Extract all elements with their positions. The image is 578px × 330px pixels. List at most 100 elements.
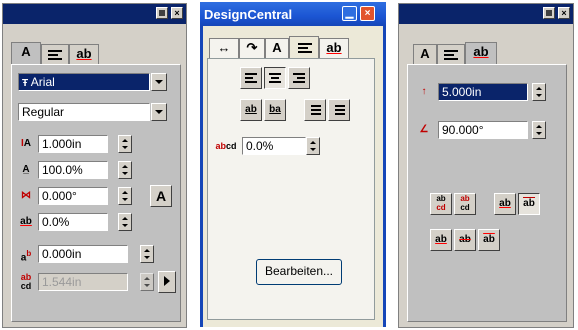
text-height-icon: IA: [20, 138, 31, 149]
stacked-text-icon-2: ab cd: [460, 194, 470, 212]
play-arrow-icon: [164, 276, 170, 287]
dimension-arrows-icon: ↔: [217, 40, 231, 55]
tab-paragraph[interactable]: [437, 44, 465, 64]
tab-character[interactable]: A: [11, 42, 41, 64]
text-inside-arc-button[interactable]: ab cd: [454, 193, 476, 215]
line-spacing-arrow-button[interactable]: [158, 271, 176, 293]
align-right-button[interactable]: [288, 67, 310, 89]
indent-list-button[interactable]: [304, 99, 326, 121]
font-name-value: Arial: [30, 75, 55, 89]
uppercase-a-button[interactable]: A: [150, 185, 172, 207]
character-spacing-spinner[interactable]: [118, 213, 132, 231]
close-button[interactable]: ×: [558, 7, 570, 19]
designcentral-window: DesignCentral ▁ × ↔ ↷ A ab ab ba abcd 0.…: [200, 2, 386, 327]
text-arc-icon: ab: [523, 197, 535, 209]
align-right-icon: [293, 71, 305, 85]
text-baseline-icon: ab: [435, 234, 447, 245]
text-top-icon: ab: [499, 198, 511, 209]
window-title: DesignCentral: [204, 7, 293, 22]
paragraph-icon: [298, 41, 312, 55]
minimize-button[interactable]: ▁: [342, 6, 357, 21]
text-overline-button[interactable]: ab: [478, 229, 500, 251]
oblique-angle-icon: ⋈: [21, 190, 31, 201]
font-name-dropdown-button[interactable]: [151, 73, 167, 91]
tab-arc[interactable]: ↷: [239, 38, 265, 58]
font-name-dropdown[interactable]: Ŧ Arial: [18, 73, 150, 91]
character-panel: Ŧ Arial Regular IA 1.000in A̲ 100.0% ⋈ 0…: [11, 64, 181, 322]
text-direction-ltr-button[interactable]: ab: [240, 99, 262, 121]
baseline-offset-field[interactable]: 0.000in: [38, 245, 128, 263]
angle-spinner[interactable]: [532, 121, 546, 139]
tab-character[interactable]: A: [265, 38, 289, 58]
tab-text-path[interactable]: ab: [465, 42, 497, 64]
text-height-spinner[interactable]: [118, 135, 132, 153]
arc-radius-field[interactable]: 5.000in: [438, 83, 528, 101]
text-on-top-button[interactable]: ab: [494, 193, 516, 215]
character-spacing-icon: ab: [20, 216, 32, 227]
oblique-angle-spinner[interactable]: [118, 187, 132, 205]
tab-character[interactable]: A: [413, 44, 437, 64]
tab-dimensions[interactable]: ↔: [209, 38, 239, 58]
baseline-offset-icon: ab: [20, 249, 32, 264]
oblique-angle-field[interactable]: 0.000°: [38, 187, 108, 205]
align-center-button[interactable]: [264, 67, 286, 89]
designcentral-title-bar[interactable]: DesignCentral ▁ ×: [200, 2, 386, 26]
width-factor-icon: A̲: [22, 164, 30, 175]
tab-text-path[interactable]: ab: [69, 44, 99, 64]
text-height-field[interactable]: 1.000in: [38, 135, 108, 153]
line-spacing-field: 1.544in: [38, 273, 128, 291]
rtl-text-icon: ba: [269, 104, 281, 115]
designcentral-body: ↔ ↷ A ab ab ba abcd 0.0% Bearbeiten...: [203, 26, 383, 327]
text-overline-icon: ab: [483, 234, 495, 245]
list-outdent-icon: [335, 103, 345, 117]
paragraph-panel: ab ba abcd 0.0% Bearbeiten...: [207, 58, 375, 320]
minimize-button[interactable]: [156, 7, 168, 19]
font-style-dropdown[interactable]: Regular: [18, 103, 150, 121]
align-center-icon: [269, 71, 281, 85]
align-left-icon: [245, 71, 257, 85]
paragraph-icon: [444, 48, 458, 62]
text-outside-arc-button[interactable]: ab cd: [430, 193, 452, 215]
text-path-tab-label: ab: [326, 40, 342, 55]
close-button[interactable]: ×: [171, 7, 183, 19]
word-spacing-spinner[interactable]: [306, 137, 320, 155]
tab-paragraph[interactable]: [41, 44, 69, 64]
left-title-bar[interactable]: ×: [3, 4, 186, 24]
word-spacing-icon: abcd: [215, 141, 237, 151]
text-path-tab-label: ab: [76, 46, 92, 61]
baseline-offset-spinner[interactable]: [140, 245, 154, 263]
text-on-arc-button[interactable]: ab: [518, 193, 540, 215]
align-left-button[interactable]: [240, 67, 262, 89]
tab-text-path[interactable]: ab: [319, 38, 349, 58]
text-strike-button[interactable]: ab: [454, 229, 476, 251]
font-style-dropdown-button[interactable]: [151, 103, 167, 121]
width-factor-field[interactable]: 100.0%: [38, 161, 108, 179]
minimize-button[interactable]: [543, 7, 555, 19]
text-path-panel: ↑ 5.000in ∠ 90.000° ab cd ab cd ab ab ab a…: [407, 64, 567, 322]
text-baseline-button[interactable]: ab: [430, 229, 452, 251]
line-spacing-icon: ab cd: [20, 272, 32, 291]
left-palette-window: × A ab Ŧ Arial Regular IA 1.000in A̲ 100…: [2, 3, 187, 328]
list-indent-icon: [311, 103, 321, 117]
angle-field[interactable]: 90.000°: [438, 121, 528, 139]
angle-icon: ∠: [419, 124, 429, 135]
close-button[interactable]: ×: [360, 6, 375, 21]
stacked-text-icon: ab cd: [436, 194, 446, 212]
character-spacing-field[interactable]: 0.0%: [38, 213, 108, 231]
text-strike-icon: ab: [459, 234, 471, 245]
arc-radius-icon: ↑: [421, 86, 427, 97]
text-path-tab-label: ab: [473, 44, 489, 59]
right-title-bar[interactable]: ×: [399, 4, 573, 24]
width-factor-spinner[interactable]: [118, 161, 132, 179]
arc-icon: ↷: [246, 40, 258, 55]
right-palette-window: × A ab ↑ 5.000in ∠ 90.000° ab cd ab cd ab …: [398, 3, 574, 328]
arc-radius-spinner[interactable]: [532, 83, 546, 101]
edit-button[interactable]: Bearbeiten...: [256, 259, 342, 285]
truetype-icon: Ŧ: [22, 78, 29, 89]
word-spacing-field[interactable]: 0.0%: [242, 137, 306, 155]
text-direction-rtl-button[interactable]: ba: [264, 99, 286, 121]
outdent-list-button[interactable]: [328, 99, 350, 121]
ltr-text-icon: ab: [245, 104, 257, 115]
tab-paragraph[interactable]: [289, 36, 319, 58]
line-spacing-spinner: [140, 273, 154, 291]
